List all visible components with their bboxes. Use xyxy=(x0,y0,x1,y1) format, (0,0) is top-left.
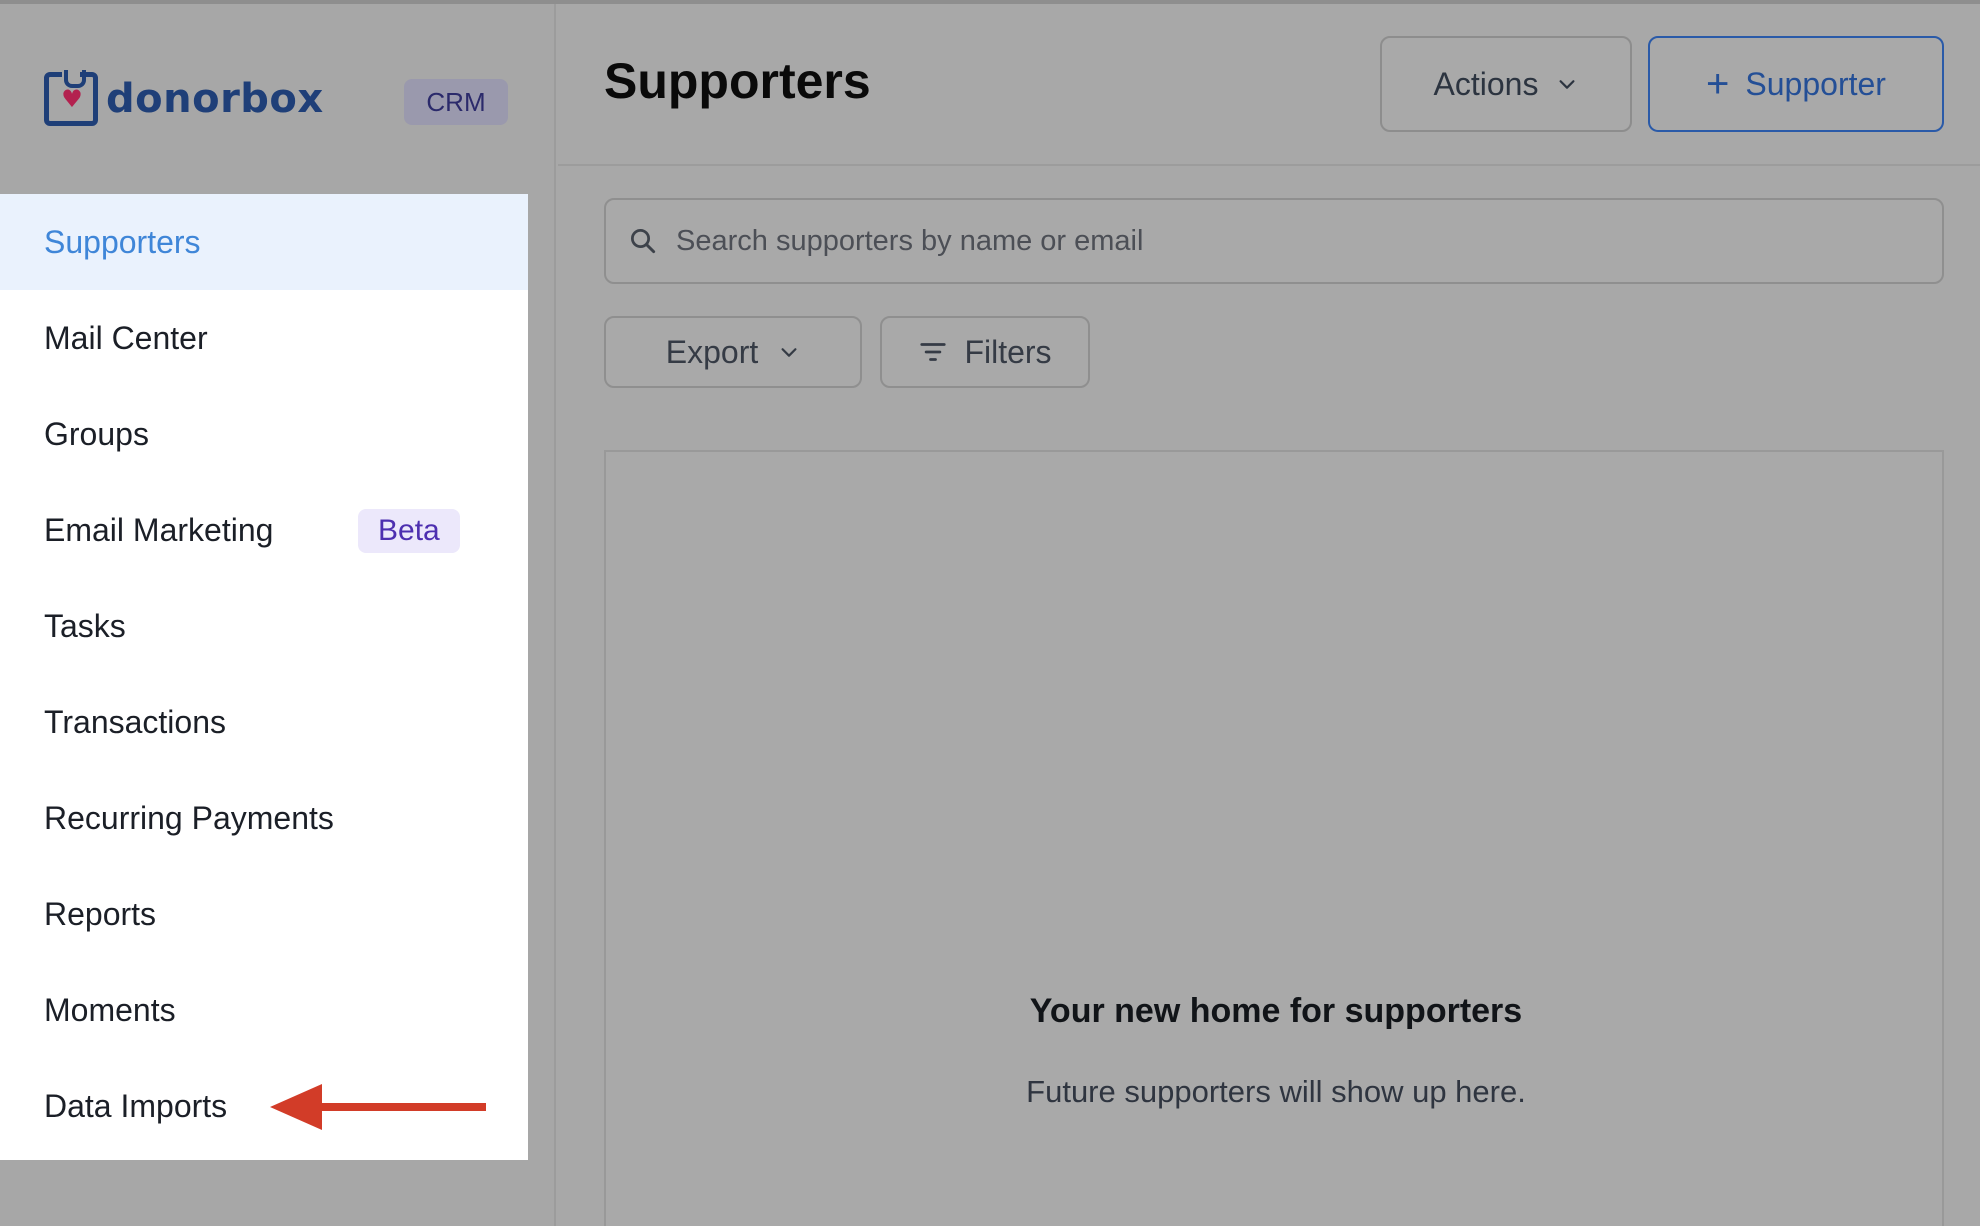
sidebar-item-groups[interactable]: Groups xyxy=(0,386,528,482)
sidebar-menu: Supporters Mail Center Groups Email Mark… xyxy=(0,194,528,1160)
main-content: Supporters Actions + Supporter Search su… xyxy=(558,4,1980,1226)
arrow-left-icon xyxy=(270,1084,486,1130)
search-icon xyxy=(631,229,656,254)
sidebar-item-label: Supporters xyxy=(44,223,201,260)
sidebar-item-data-imports[interactable]: Data Imports xyxy=(0,1058,528,1154)
sidebar-item-label: Tasks xyxy=(44,607,126,644)
search-placeholder: Search supporters by name or email xyxy=(676,224,1144,257)
donorbox-logo[interactable]: ♥ donorbox xyxy=(44,70,324,126)
filter-icon xyxy=(920,343,947,361)
sidebar-item-label: Recurring Payments xyxy=(44,799,334,836)
export-label: Export xyxy=(665,333,759,370)
sidebar: ♥ donorbox CRM Supporters Mail Center Gr… xyxy=(0,4,556,1226)
export-dropdown-button[interactable]: Export xyxy=(604,316,862,388)
page-header: Supporters Actions + Supporter xyxy=(558,4,1980,166)
sidebar-item-tasks[interactable]: Tasks xyxy=(0,578,528,674)
search-input[interactable]: Search supporters by name or email xyxy=(604,198,1944,284)
crm-badge: CRM xyxy=(404,79,508,125)
beta-badge: Beta xyxy=(358,509,460,553)
filters-label: Filters xyxy=(964,333,1052,370)
empty-state-title: Your new home for supporters xyxy=(1029,992,1523,1030)
sidebar-item-transactions[interactable]: Transactions xyxy=(0,674,528,770)
supporters-empty-state: Your new home for supporters Future supp… xyxy=(604,450,1944,1226)
page-title: Supporters xyxy=(604,53,871,109)
actions-dropdown-button[interactable]: Actions xyxy=(1380,36,1632,132)
sidebar-item-label: Data Imports xyxy=(44,1087,228,1124)
sidebar-item-label: Mail Center xyxy=(44,319,208,356)
sidebar-item-label: Email Marketing xyxy=(44,511,274,548)
sidebar-item-moments[interactable]: Moments xyxy=(0,962,528,1058)
sidebar-item-label: Groups xyxy=(44,415,149,452)
add-supporter-button[interactable]: + Supporter xyxy=(1648,36,1944,132)
sidebar-item-label: Reports xyxy=(44,895,157,932)
empty-state-subtitle: Future supporters will show up here. xyxy=(1026,1074,1526,1109)
sidebar-item-recurring-payments[interactable]: Recurring Payments xyxy=(0,770,528,866)
donorbox-logo-icon: ♥ xyxy=(44,70,98,126)
chevron-down-icon xyxy=(1559,80,1575,89)
sidebar-item-email-marketing[interactable]: Email Marketing Beta xyxy=(0,482,528,578)
sidebar-item-supporters[interactable]: Supporters xyxy=(0,194,528,290)
chevron-down-icon xyxy=(781,348,797,357)
plus-icon: + xyxy=(1706,62,1730,106)
sidebar-item-label: Transactions xyxy=(44,703,226,740)
filters-button[interactable]: Filters xyxy=(880,316,1090,388)
sidebar-item-label: Moments xyxy=(44,991,176,1028)
heart-icon: ♥ xyxy=(61,85,83,113)
sidebar-item-mail-center[interactable]: Mail Center xyxy=(0,290,528,386)
actions-label: Actions xyxy=(1433,65,1539,102)
sidebar-item-reports[interactable]: Reports xyxy=(0,866,528,962)
add-supporter-label: Supporter xyxy=(1745,65,1886,102)
logo-text: donorbox xyxy=(106,76,324,122)
